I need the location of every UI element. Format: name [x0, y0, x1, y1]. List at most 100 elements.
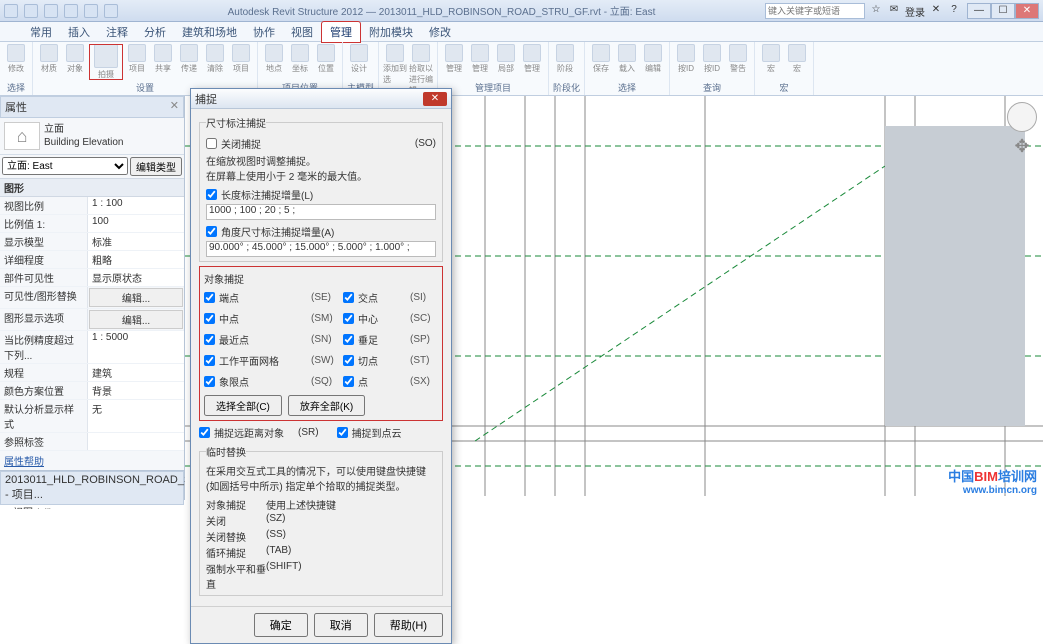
obj-snap-checkbox[interactable] [343, 292, 354, 303]
ribbon-item[interactable]: 拍摄 [89, 44, 123, 80]
discard-all-button[interactable]: 放弃全部(K) [288, 395, 365, 416]
ribbon-item[interactable]: 警告 [726, 44, 750, 80]
ribbon-item[interactable]: 材质 [37, 44, 61, 80]
app-icon[interactable] [4, 4, 18, 18]
qat-undo-icon[interactable] [64, 4, 78, 18]
ribbon-item[interactable]: 宏 [759, 44, 783, 80]
ribbon-item[interactable]: 管理 [442, 44, 466, 80]
tab[interactable]: 注释 [98, 22, 136, 42]
cancel-button[interactable]: 取消 [314, 613, 368, 637]
tab[interactable]: 分析 [136, 22, 174, 42]
obj-snap-checkbox[interactable] [204, 292, 215, 303]
ribbon-item[interactable]: 载入 [615, 44, 639, 80]
len-snap-checkbox[interactable] [206, 189, 217, 200]
len-snap-input[interactable]: 1000 ; 100 ; 20 ; 5 ; [206, 204, 436, 220]
ribbon-item[interactable]: 按ID [674, 44, 698, 80]
qat-open-icon[interactable] [24, 4, 38, 18]
properties-help-link[interactable]: 属性帮助 [0, 451, 184, 470]
obj-snap-checkbox[interactable] [204, 334, 215, 345]
obj-snap-checkbox[interactable] [204, 313, 215, 324]
edit-type-button[interactable]: 编辑类型 [130, 157, 182, 176]
prop-value[interactable]: 编辑... [89, 288, 183, 307]
override-key: 对象捕捉 [206, 497, 266, 512]
obj-snap-checkbox[interactable] [204, 355, 215, 366]
ribbon-item[interactable]: 阶段 [553, 44, 577, 80]
prop-value[interactable]: 1 : 5000 [88, 331, 184, 363]
instance-selector[interactable]: 立面: East [2, 157, 128, 175]
ribbon-item[interactable]: 局部 [494, 44, 518, 80]
type-selector[interactable]: 立面 Building Elevation [0, 118, 184, 155]
tab[interactable]: 修改 [421, 22, 459, 42]
qat-redo-icon[interactable] [84, 4, 98, 18]
ribbon-item[interactable]: 按ID [700, 44, 724, 80]
ribbon-item[interactable]: 对象 [63, 44, 87, 80]
ok-button[interactable]: 确定 [254, 613, 308, 637]
ang-snap-input[interactable]: 90.000° ; 45.000° ; 15.000° ; 5.000° ; 1… [206, 241, 436, 257]
prop-value[interactable]: 建筑 [88, 364, 184, 381]
tab[interactable]: 协作 [245, 22, 283, 42]
ribbon-item[interactable]: 位置 [314, 44, 338, 80]
qat-print-icon[interactable] [104, 4, 118, 18]
nav-arrows-icon[interactable]: ✥ [1007, 136, 1037, 166]
minimize-button[interactable]: — [967, 3, 991, 19]
ribbon-item[interactable]: 项目 [229, 44, 253, 80]
exchange-icon[interactable]: ✕ [929, 4, 943, 18]
ribbon-item[interactable]: 传递 [177, 44, 201, 80]
close-button[interactable]: ✕ [1015, 3, 1039, 19]
dialog-close-icon[interactable]: ✕ [423, 92, 447, 106]
communicate-icon[interactable]: ✉ [887, 4, 901, 18]
prop-value[interactable]: 背景 [88, 382, 184, 399]
ribbon-item[interactable]: 设计 [347, 44, 371, 80]
tab[interactable]: 插入 [60, 22, 98, 42]
prop-value[interactable]: 粗略 [88, 251, 184, 268]
snap-off-checkbox[interactable] [206, 138, 217, 149]
ptcloud-checkbox[interactable] [337, 427, 348, 438]
prop-value[interactable] [88, 433, 184, 450]
dialog-titlebar[interactable]: 捕捉 ✕ [191, 89, 451, 109]
project-tree[interactable]: -视图 (all) -楼层平面 (Floor Plan) -1F-2F-3F-G… [0, 505, 184, 509]
prop-value[interactable]: 编辑... [89, 310, 183, 329]
tab[interactable]: 视图 [283, 22, 321, 42]
far-snap-label: 捕捉远距离对象 [214, 425, 284, 440]
tab[interactable]: 常用 [22, 22, 60, 42]
prop-value[interactable]: 无 [88, 400, 184, 432]
subscription-icon[interactable]: ☆ [869, 4, 883, 18]
qat-save-icon[interactable] [44, 4, 58, 18]
ribbon-item[interactable]: 坐标 [288, 44, 312, 80]
help-icon[interactable]: ? [947, 4, 961, 18]
ribbon-icon [350, 44, 368, 62]
obj-snap-checkbox[interactable] [343, 376, 354, 387]
prop-value[interactable]: 显示原状态 [88, 269, 184, 286]
ribbon-item[interactable]: 修改 [4, 44, 28, 80]
tab[interactable]: 附加模块 [361, 22, 421, 42]
ribbon-item[interactable]: 管理 [520, 44, 544, 80]
ribbon-item[interactable]: 项目 [125, 44, 149, 80]
tree-root[interactable]: 视图 (all) [13, 508, 52, 509]
nav-wheel-icon[interactable] [1007, 102, 1037, 132]
obj-snap-checkbox[interactable] [204, 376, 215, 387]
ribbon-item[interactable]: 宏 [785, 44, 809, 80]
help-search-input[interactable] [765, 3, 865, 19]
prop-value[interactable]: 1 : 100 [88, 197, 184, 214]
obj-snap-checkbox[interactable] [343, 355, 354, 366]
prop-value[interactable]: 标准 [88, 233, 184, 250]
ang-snap-checkbox[interactable] [206, 226, 217, 237]
prop-value[interactable]: 100 [88, 215, 184, 232]
ribbon-item[interactable]: 共享 [151, 44, 175, 80]
obj-snap-checkbox[interactable] [343, 334, 354, 345]
obj-snap-checkbox[interactable] [343, 313, 354, 324]
ribbon-item[interactable]: 编辑 [641, 44, 665, 80]
properties-close-icon[interactable]: ✕ [170, 99, 179, 115]
ribbon-item[interactable]: 地点 [262, 44, 286, 80]
select-all-button[interactable]: 选择全部(C) [204, 395, 282, 416]
ribbon-item[interactable]: 保存 [589, 44, 613, 80]
maximize-button[interactable]: ☐ [991, 3, 1015, 19]
ribbon-item[interactable]: 清除 [203, 44, 227, 80]
tab-active[interactable]: 管理 [321, 21, 361, 43]
ribbon-item[interactable]: 管理 [468, 44, 492, 80]
login-label[interactable]: 登录 [905, 4, 925, 18]
help-button[interactable]: 帮助(H) [374, 613, 443, 637]
ang-snap-label: 角度尺寸标注捕捉增量(A) [221, 224, 334, 239]
tab[interactable]: 建筑和场地 [174, 22, 245, 42]
far-snap-checkbox[interactable] [199, 427, 210, 438]
